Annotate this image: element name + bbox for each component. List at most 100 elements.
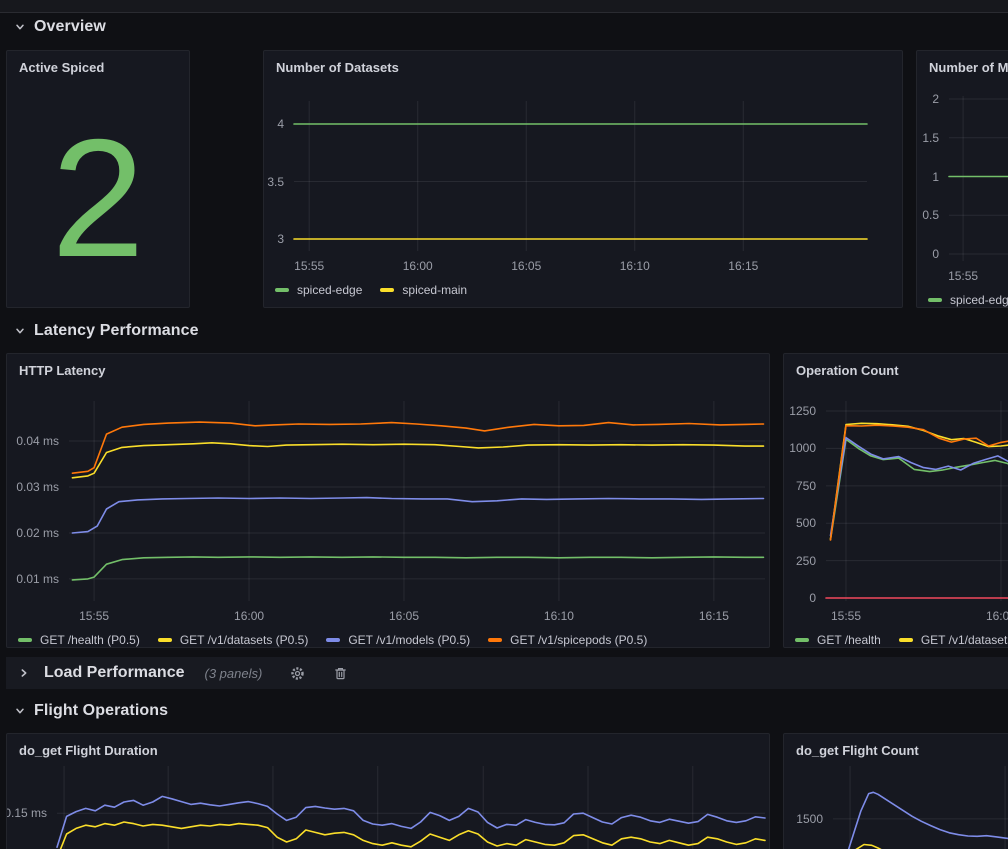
legend-series-dash <box>18 638 32 642</box>
x-axis-label: 16:00 <box>961 609 1008 623</box>
chevron-down-icon <box>14 325 26 337</box>
y-axis-label: 0.5 <box>922 208 939 222</box>
panel-active-spiced: Active Spiced 2 <box>6 50 190 308</box>
legend-series-label: GET /v1/models (P0.5) <box>348 633 470 647</box>
x-axis-label: 16:10 <box>519 609 599 623</box>
x-axis-label: 16:15 <box>703 259 783 273</box>
http_latency-plot-area[interactable] <box>69 401 765 601</box>
http_latency-series-2 <box>72 498 763 533</box>
stat-value: 2 <box>7 89 189 307</box>
y-axis-label: 250 <box>796 554 816 568</box>
y-axis-label: 750 <box>796 479 816 493</box>
y-axis-label: 0 <box>809 591 816 605</box>
legend-series-label: spiced-edge <box>950 293 1008 307</box>
y-axis-label: 0.15 ms <box>6 806 47 820</box>
panel-do-get-flight-count: do_get Flight Count 1500 <box>783 733 1008 849</box>
legend-item[interactable]: GET /health (P0.5) <box>18 633 140 647</box>
legend-series-dash <box>899 638 913 642</box>
operation_count-legend: GET /healthGET /v1/datasetsGET /v1/model… <box>795 633 1008 647</box>
operation_count-series-2 <box>831 438 1008 536</box>
operation_count-plot-area[interactable] <box>826 401 1008 601</box>
legend-item[interactable]: GET /v1/datasets <box>899 633 1008 647</box>
x-axis-label: 15:55 <box>54 609 134 623</box>
legend-series-dash <box>488 638 502 642</box>
y-axis-label: 3.5 <box>267 175 284 189</box>
chevron-right-icon <box>18 667 30 679</box>
legend-item[interactable]: spiced-edge <box>928 293 1008 307</box>
legend-series-dash <box>158 638 172 642</box>
panel-http-latency: HTTP Latency 0.01 ms 0.02 ms 0.03 ms 0.04 m… <box>6 353 770 648</box>
chevron-down-icon <box>14 21 26 33</box>
legend-item[interactable]: GET /v1/models (P0.5) <box>326 633 470 647</box>
panel-title[interactable]: do_get Flight Count <box>796 743 919 758</box>
legend-series-dash <box>795 638 809 642</box>
top-toolbar <box>0 0 1008 13</box>
panel-title[interactable]: Active Spiced <box>19 60 104 75</box>
legend-item[interactable]: GET /health <box>795 633 881 647</box>
section-overview[interactable]: Overview <box>14 13 106 41</box>
section-title: Overview <box>34 18 106 36</box>
section-load-performance[interactable]: Load Performance (3 panels) <box>6 657 1008 689</box>
panel-operation-count: Operation Count 02505007501000125015:551… <box>783 353 1008 648</box>
legend-item[interactable]: GET /v1/datasets (P0.5) <box>158 633 309 647</box>
x-axis-label: 16:15 <box>674 609 754 623</box>
y-axis-label: 1500 <box>796 812 823 826</box>
legend-series-dash <box>928 298 942 302</box>
legend-series-label: GET /v1/datasets (P0.5) <box>180 633 309 647</box>
legend-series-label: GET /v1/spicepods (P0.5) <box>510 633 647 647</box>
operation_count-series-0 <box>831 439 1008 539</box>
panel-title[interactable]: do_get Flight Duration <box>19 743 158 758</box>
section-title: Load Performance <box>44 664 184 682</box>
section-title: Latency Performance <box>34 322 199 340</box>
number_of_models-legend: spiced-edge <box>928 293 1008 307</box>
legend-series-dash <box>380 288 394 292</box>
legend-item[interactable]: spiced-edge <box>275 283 362 297</box>
y-axis-label: 0.04 ms <box>16 434 59 448</box>
panel-title[interactable]: HTTP Latency <box>19 363 105 378</box>
number_of_models-plot-area[interactable] <box>949 96 1008 261</box>
y-axis-label: 500 <box>796 516 816 530</box>
legend-series-label: GET /health (P0.5) <box>40 633 140 647</box>
section-latency-performance[interactable]: Latency Performance <box>14 317 199 345</box>
grafana-dashboard: Overview Active Spiced 2 Number of Datas… <box>0 0 1008 849</box>
chevron-down-icon <box>14 705 26 717</box>
do_get_flight_duration-series-0 <box>57 796 765 847</box>
panel-title[interactable]: Number of Datasets <box>276 60 399 75</box>
x-axis-label: 15:55 <box>806 609 886 623</box>
section-flight-operations[interactable]: Flight Operations <box>14 697 168 725</box>
y-axis-label: 1 <box>932 170 939 184</box>
panel-number-of-models: Number of Models 00.511.5215:55spiced-ed… <box>916 50 1008 308</box>
legend-item[interactable]: GET /v1/spicepods (P0.5) <box>488 633 647 647</box>
y-axis-label: 4 <box>277 117 284 131</box>
legend-item[interactable]: spiced-main <box>380 283 467 297</box>
do_get_flight_count-series-0 <box>847 792 1008 849</box>
y-axis-label: 0.03 ms <box>16 480 59 494</box>
http_latency-legend: GET /health (P0.5) GET /v1/datasets (P0.5… <box>18 633 647 647</box>
y-axis-label: 0.02 ms <box>16 526 59 540</box>
do_get_flight_count-plot-area[interactable] <box>833 766 1008 849</box>
legend-series-label: spiced-edge <box>297 283 362 297</box>
x-axis-label: 16:00 <box>378 259 458 273</box>
gear-icon[interactable] <box>290 666 305 681</box>
panel-do-get-flight-duration: do_get Flight Duration 0.15 ms <box>6 733 770 849</box>
panel-title[interactable]: Number of Models <box>929 60 1008 75</box>
x-axis-label: 16:00 <box>209 609 289 623</box>
do_get_flight_duration-plot-area[interactable] <box>57 766 765 849</box>
x-axis-label: 15:55 <box>269 259 349 273</box>
legend-series-label: GET /health <box>817 633 881 647</box>
http_latency-series-1 <box>72 443 763 478</box>
http_latency-series-3 <box>72 422 763 473</box>
y-axis-label: 1250 <box>789 404 816 418</box>
y-axis-label: 2 <box>932 92 939 106</box>
do_get_flight_duration-series-1 <box>57 822 765 849</box>
panel-title[interactable]: Operation Count <box>796 363 899 378</box>
trash-icon[interactable] <box>333 666 348 681</box>
legend-series-label: GET /v1/datasets <box>921 633 1008 647</box>
number_of_datasets-legend: spiced-edge spiced-main <box>275 283 467 297</box>
x-axis-label: 16:05 <box>364 609 444 623</box>
y-axis-label: 0.01 ms <box>16 572 59 586</box>
legend-series-dash <box>326 638 340 642</box>
x-axis-label: 16:05 <box>486 259 566 273</box>
x-axis-label: 16:10 <box>595 259 675 273</box>
number_of_datasets-plot-area[interactable] <box>294 101 867 251</box>
